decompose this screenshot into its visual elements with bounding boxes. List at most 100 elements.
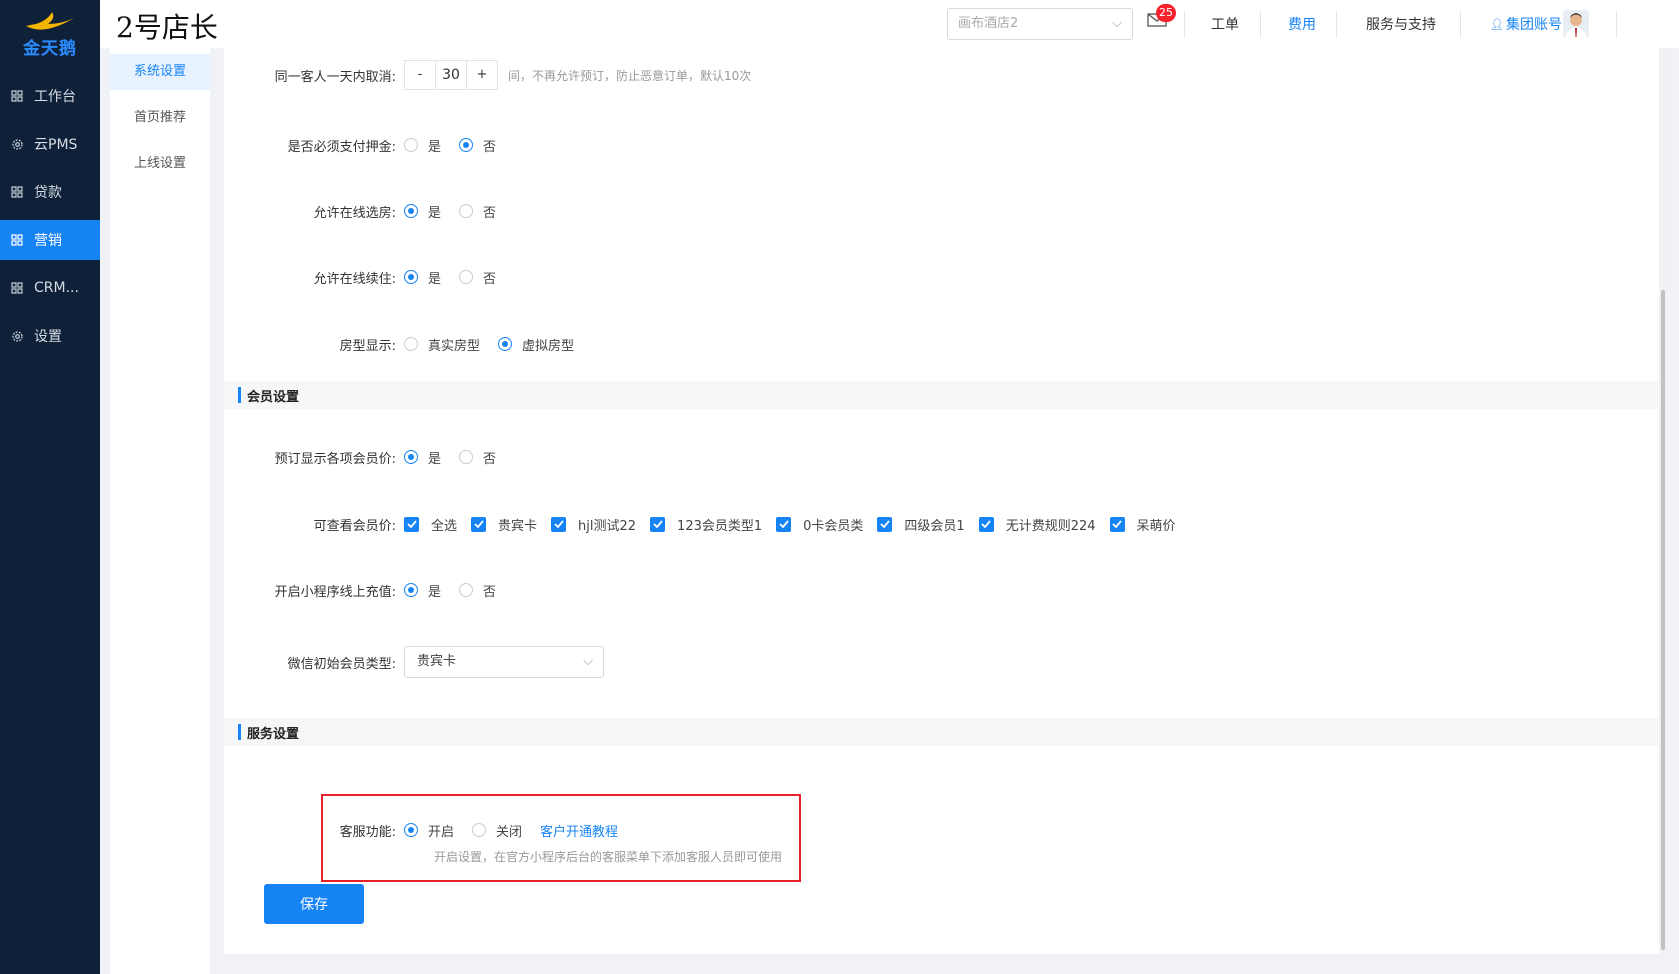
sidebar-item-marketing[interactable]: 营销 — [0, 220, 100, 260]
checkbox-label: 贵宾卡 — [498, 518, 538, 534]
radio-circle — [404, 450, 418, 464]
cancel-limit-stepper[interactable]: - 30 + — [404, 60, 498, 90]
radio-circle — [404, 270, 418, 284]
logo[interactable]: 金天鹅 — [0, 0, 100, 68]
submenu-item-system-settings[interactable]: 系统设置 — [110, 54, 210, 90]
member-type-checkbox[interactable]: 0卡会员类 — [776, 515, 863, 534]
sidebar-item-label: 工作台 — [34, 89, 76, 105]
hotel-select[interactable]: 画布酒店2 ⌵ — [947, 8, 1133, 40]
member-settings-header: 会员设置 — [224, 381, 1659, 409]
member-type-checkbox[interactable]: 呆萌价 — [1109, 515, 1176, 534]
checkbox-label: 呆萌价 — [1136, 518, 1176, 534]
top-header: 2号店长 画布酒店2 ⌵ 25 工单 费用 服务与支持 👤︎ 集团账号 — [100, 0, 1679, 48]
sidebar-item-workbench[interactable]: 工作台 — [0, 76, 100, 116]
radio-label: 是 — [428, 139, 442, 155]
member-type-checkbox[interactable]: 123会员类型1 — [650, 515, 762, 534]
save-button[interactable]: 保存 — [264, 884, 364, 924]
online-extend-yes-radio[interactable]: 是 — [404, 268, 441, 287]
radio-label: 真实房型 — [428, 338, 481, 354]
deposit-yes-radio[interactable]: 是 — [404, 136, 441, 155]
radio-circle — [404, 204, 418, 218]
sidebar-item-crm[interactable]: CRM... — [0, 268, 100, 308]
sidebar-item-settings[interactable]: 设置 — [0, 316, 100, 356]
room-type-display-row: 房型显示: 真实房型 虚拟房型 — [224, 329, 1659, 359]
sidebar-item-label: CRM... — [34, 280, 79, 296]
sidebar-item-label: 贷款 — [34, 185, 62, 201]
field-label: 允许在线选房: — [313, 205, 396, 221]
radio-circle — [498, 337, 513, 351]
room-type-real-radio[interactable]: 真实房型 — [404, 335, 480, 354]
checkmark-icon — [776, 516, 792, 532]
field-label: 是否必须支付押金: — [287, 139, 396, 155]
checkbox-label: 123会员类型1 — [677, 518, 763, 534]
member-type-checkbox[interactable]: 无计费规则224 — [978, 515, 1096, 534]
checkmark-icon — [650, 516, 666, 532]
online-extend-row: 允许在线续住: 是 否 — [224, 262, 1659, 292]
checkmark-icon — [551, 516, 567, 532]
wechat-member-type-select[interactable]: 贵宾卡 ⌵ — [404, 646, 604, 678]
section-accent-bar — [238, 724, 241, 740]
fees-link[interactable]: 费用 — [1288, 14, 1316, 34]
radio-label: 否 — [483, 205, 497, 221]
submenu-item-online-settings[interactable]: 上线设置 — [110, 146, 210, 182]
sidebar: 金天鹅 工作台 云PMS 贷款 营销 CRM... 设置 — [0, 0, 100, 974]
header-divider — [1336, 12, 1337, 38]
work-order-link[interactable]: 工单 — [1211, 14, 1239, 34]
sidebar-item-label: 设置 — [34, 329, 62, 345]
avatar[interactable] — [1563, 10, 1589, 38]
account-label: 集团账号 — [1505, 17, 1562, 33]
section-title: 会员设置 — [247, 389, 300, 405]
sidebar-item-cloud-pms[interactable]: 云PMS — [0, 124, 100, 164]
sidebar-item-loan[interactable]: 贷款 — [0, 172, 100, 212]
radio-label: 是 — [428, 205, 442, 221]
online-extend-no-radio[interactable]: 否 — [459, 268, 496, 287]
radio-label: 否 — [483, 451, 497, 467]
scrollbar-thumb[interactable] — [1661, 290, 1665, 950]
online-room-no-radio[interactable]: 否 — [459, 202, 496, 221]
increment-button[interactable]: + — [467, 61, 497, 89]
grid-icon — [10, 185, 24, 199]
grid-icon — [10, 233, 24, 247]
room-type-virtual-radio[interactable]: 虚拟房型 — [498, 335, 574, 354]
settings-submenu: 系统设置 首页推荐 上线设置 — [110, 48, 210, 974]
radio-circle — [404, 337, 418, 351]
radio-label: 否 — [483, 584, 497, 600]
checkmark-icon — [404, 516, 419, 532]
header-divider — [1260, 12, 1261, 38]
radio-circle — [404, 583, 418, 597]
online-room-yes-radio[interactable]: 是 — [404, 202, 441, 221]
stepper-value[interactable]: 30 — [435, 61, 467, 89]
member-type-checkbox[interactable]: hjl测试22 — [551, 515, 636, 534]
view-member-price-row: 可查看会员价: 全选 贵宾卡 hjl测试22 123会员类型1 0卡会员类 四级… — [224, 509, 1659, 539]
cancel-limit-row: 同一客人一天内取消: - 30 + 间，不再允许预订，防止恶意订单，默认10次 — [224, 60, 1659, 90]
mini-recharge-yes-radio[interactable]: 是 — [404, 581, 441, 600]
section-title: 服务设置 — [247, 726, 300, 742]
checkbox-label: 0卡会员类 — [803, 518, 864, 534]
hotel-select-placeholder: 画布酒店2 — [958, 16, 1019, 31]
field-label: 允许在线续住: — [313, 271, 396, 287]
deposit-no-radio[interactable]: 否 — [459, 136, 496, 155]
submenu-item-home-recommend[interactable]: 首页推荐 — [110, 100, 210, 136]
show-member-price-no-radio[interactable]: 否 — [459, 448, 496, 467]
swan-logo-icon — [26, 11, 74, 30]
show-member-price-yes-radio[interactable]: 是 — [404, 448, 441, 467]
mini-recharge-no-radio[interactable]: 否 — [459, 581, 496, 600]
decrement-button[interactable]: - — [405, 61, 435, 89]
field-label: 同一客人一天内取消: — [274, 69, 396, 85]
member-type-checkbox[interactable]: 贵宾卡 — [471, 515, 537, 534]
member-type-checkbox[interactable]: 四级会员1 — [877, 515, 965, 534]
support-link[interactable]: 服务与支持 — [1366, 14, 1436, 34]
member-type-checkbox[interactable]: 全选 — [404, 515, 457, 534]
header-divider — [1460, 12, 1461, 38]
gear-icon — [10, 137, 24, 151]
account-link[interactable]: 👤︎ 集团账号 — [1490, 14, 1562, 34]
sidebar-nav: 工作台 云PMS 贷款 营销 CRM... 设置 — [0, 76, 100, 356]
page-title: 2号店长 — [116, 11, 218, 44]
checkbox-label: 无计费规则224 — [1005, 518, 1096, 534]
checkmark-icon — [978, 516, 994, 532]
member-type-checkbox-group: 全选 贵宾卡 hjl测试22 123会员类型1 0卡会员类 四级会员1 无计费规… — [404, 515, 1190, 534]
gear-icon — [10, 329, 24, 343]
header-divider — [1184, 12, 1185, 38]
radio-label: 否 — [483, 139, 497, 155]
checkbox-label: 四级会员1 — [904, 518, 965, 534]
